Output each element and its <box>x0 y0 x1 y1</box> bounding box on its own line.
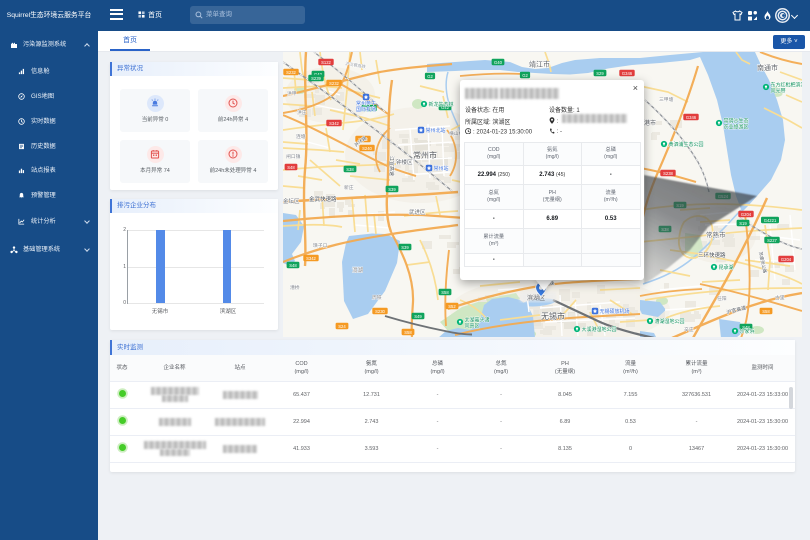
svg-text:S230: S230 <box>375 309 385 314</box>
svg-text:常熟市: 常熟市 <box>706 230 726 239</box>
svg-text:东方红枇杷滨江: 东方红枇杷滨江 <box>771 82 803 89</box>
svg-text:S240: S240 <box>362 146 372 151</box>
svg-text:S38: S38 <box>346 167 354 172</box>
svg-text:无锡市: 无锡市 <box>541 311 565 321</box>
svg-text:风光带: 风光带 <box>771 88 786 95</box>
svg-text:常州奔牛: 常州奔牛 <box>356 100 376 107</box>
svg-text:S39: S39 <box>401 245 409 250</box>
svg-text:S227: S227 <box>767 238 777 243</box>
svg-text:漕桥: 漕桥 <box>290 284 300 291</box>
svg-text:金坛区: 金坛区 <box>283 197 300 205</box>
svg-text:洪庄: 洪庄 <box>297 109 307 116</box>
svg-text:S232: S232 <box>329 81 339 86</box>
svg-text:钟楼区: 钟楼区 <box>396 158 413 166</box>
svg-text:G4221: G4221 <box>764 218 777 223</box>
svg-text:昆承湖: 昆承湖 <box>719 264 734 271</box>
svg-text:闸口镇: 闸口镇 <box>286 153 301 160</box>
svg-text:连塘: 连塘 <box>296 133 306 140</box>
svg-text:G346: G346 <box>686 115 697 120</box>
svg-text:S232: S232 <box>286 70 296 75</box>
svg-text:新庄: 新庄 <box>344 184 354 191</box>
svg-text:常州市: 常州市 <box>413 150 437 160</box>
svg-text:S48: S48 <box>287 165 295 170</box>
svg-text:滆湖: 滆湖 <box>352 266 364 274</box>
svg-text:大溪港湿地公园: 大溪港湿地公园 <box>582 326 617 333</box>
svg-text:港市: 港市 <box>644 119 656 127</box>
svg-text:S58: S58 <box>441 290 449 295</box>
svg-text:G346: G346 <box>622 71 633 76</box>
svg-text:国际机场: 国际机场 <box>356 106 376 113</box>
svg-text:S52: S52 <box>448 304 456 309</box>
svg-text:古里: 古里 <box>775 294 785 301</box>
svg-text:黄泗浦生态公园: 黄泗浦生态公园 <box>669 141 704 148</box>
svg-text:三环快速路: 三环快速路 <box>698 251 726 259</box>
svg-text:无锡硕放机场: 无锡硕放机场 <box>600 308 630 315</box>
svg-text:风景区: 风景区 <box>465 323 480 330</box>
svg-text:G204: G204 <box>741 212 752 217</box>
svg-text:S122: S122 <box>321 60 331 65</box>
svg-text:三甲塘: 三甲塘 <box>659 96 674 103</box>
svg-text:靖江市: 靖江市 <box>529 60 550 69</box>
svg-text:S29: S29 <box>596 71 604 76</box>
svg-text:S58: S58 <box>404 330 412 335</box>
svg-text:南通市: 南通市 <box>757 63 778 72</box>
svg-text:S49: S49 <box>414 314 422 319</box>
svg-text:S24: S24 <box>338 324 346 329</box>
svg-text:S342: S342 <box>306 256 316 261</box>
svg-text:G2: G2 <box>427 74 433 79</box>
svg-text:武进区: 武进区 <box>409 208 426 216</box>
svg-text:太湖鼋头渚: 太湖鼋头渚 <box>465 317 490 324</box>
svg-text:常州北站: 常州北站 <box>426 127 446 134</box>
svg-text:江宜高速: 江宜高速 <box>388 156 395 176</box>
svg-text:常州站: 常州站 <box>434 165 449 172</box>
svg-text:漕湖湿地公园: 漕湖湿地公园 <box>655 318 685 325</box>
svg-text:S342: S342 <box>329 121 339 126</box>
svg-text:S19: S19 <box>739 221 747 226</box>
svg-text:金武快速路: 金武快速路 <box>309 195 337 203</box>
svg-text:洪甲: 洪甲 <box>287 90 297 97</box>
svg-text:S58: S58 <box>762 309 770 314</box>
svg-text:G2: G2 <box>522 73 528 78</box>
svg-text:沙家浜: 沙家浜 <box>740 328 755 335</box>
svg-text:S238: S238 <box>663 171 673 176</box>
svg-text:新龙生态林: 新龙生态林 <box>429 101 454 108</box>
svg-text:常阴沙生态: 常阴沙生态 <box>724 118 749 125</box>
svg-text:辛庄: 辛庄 <box>684 326 694 333</box>
svg-text:璜子口: 璜子口 <box>313 242 328 249</box>
svg-text:S239: S239 <box>311 76 321 81</box>
svg-text:G204: G204 <box>781 257 792 262</box>
svg-text:S39: S39 <box>388 187 396 192</box>
svg-text:农业旅游区: 农业旅游区 <box>724 124 749 131</box>
svg-text:任阳: 任阳 <box>717 295 727 302</box>
svg-text:周铁: 周铁 <box>372 294 382 301</box>
svg-text:G40: G40 <box>494 60 503 65</box>
svg-text:S48: S48 <box>289 263 297 268</box>
